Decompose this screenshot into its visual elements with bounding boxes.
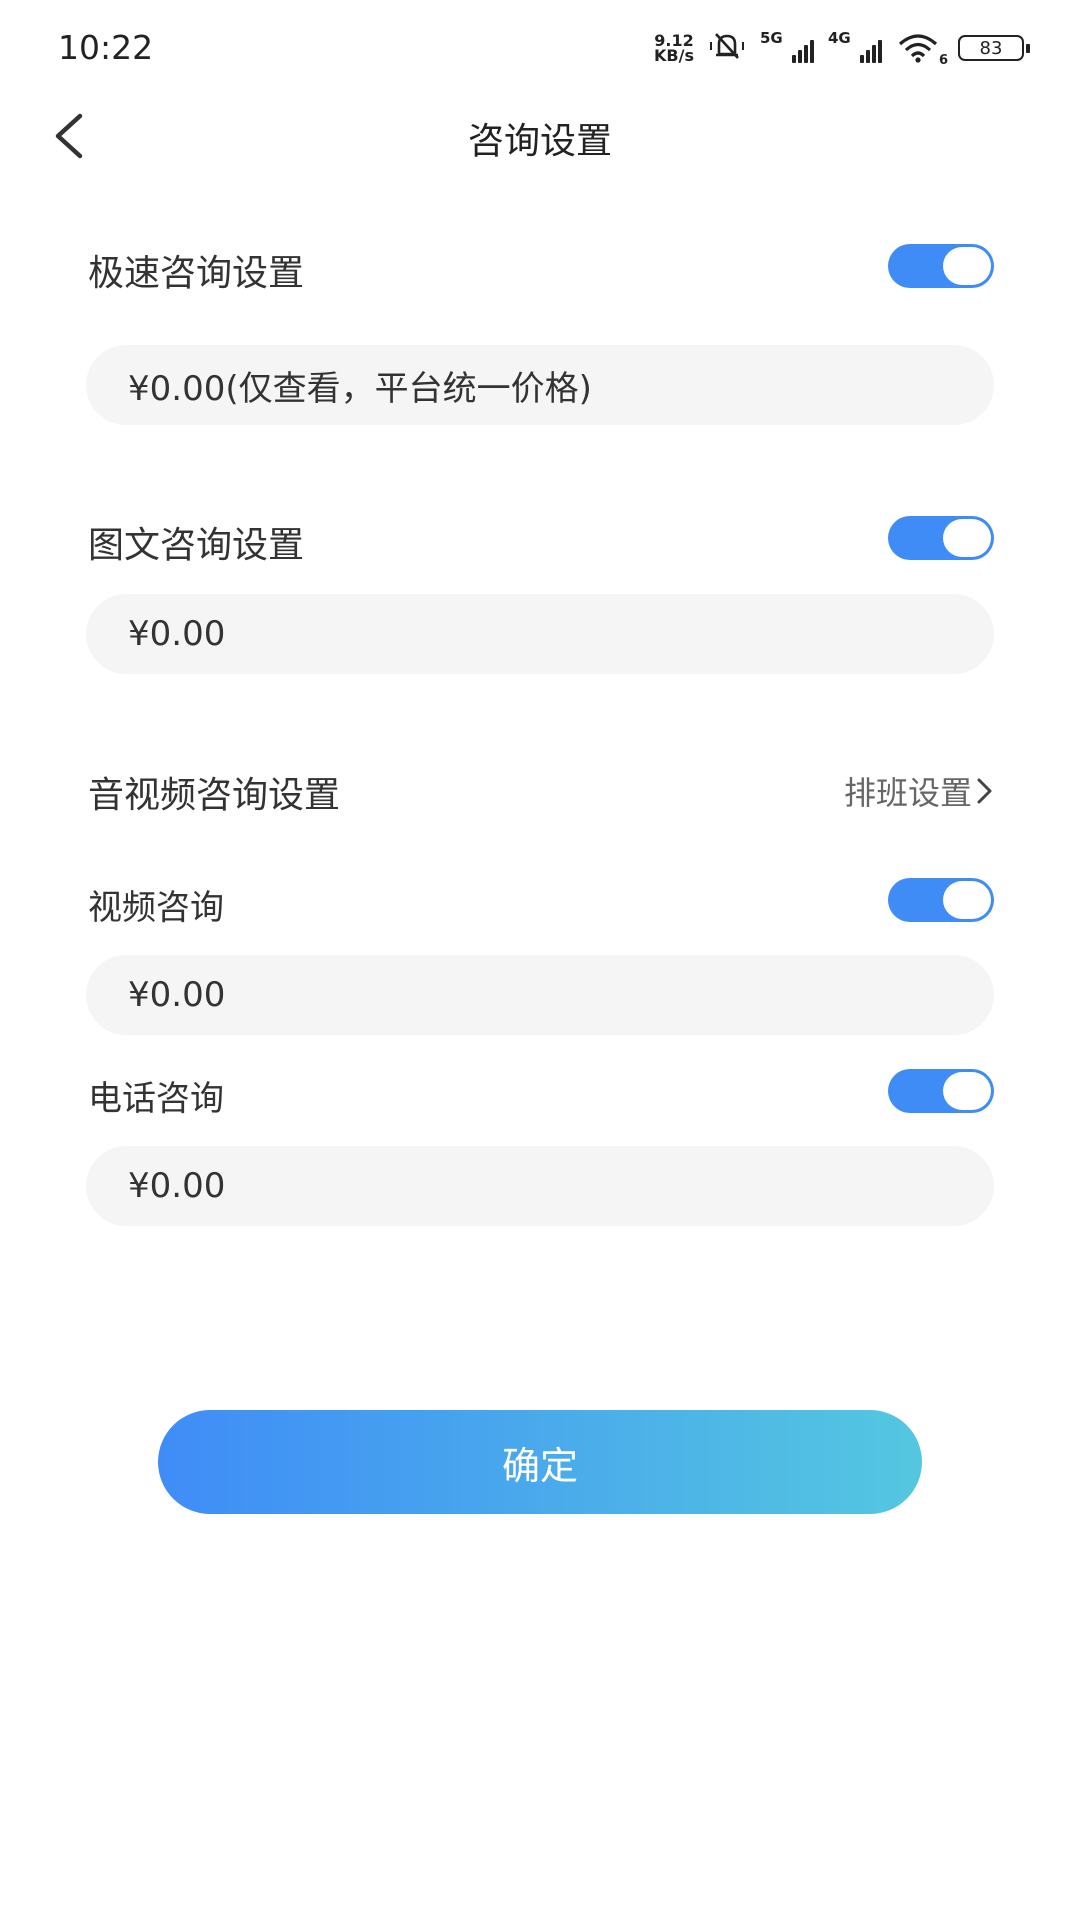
rapid-consult-price-field: ¥0.00(仅查看，平台统一价格) [86,345,994,425]
battery-icon: 83 [958,35,1030,61]
video-consult-toggle[interactable] [888,878,994,922]
signal-5g-label: 5G [760,29,783,47]
page-title: 咨询设置 [467,121,612,162]
toggle-knob [943,1072,991,1110]
video-consult-price: ¥0.00 [128,975,226,1015]
net-speed: 9.12 KB/s [654,33,694,65]
rapid-consult-label: 极速咨询设置 [88,253,305,294]
text-consult-price: ¥0.00 [128,614,226,654]
text-consult-label: 图文咨询设置 [88,525,305,566]
confirm-label: 确定 [501,1443,578,1488]
schedule-settings-label: 排班设置 [843,774,972,812]
signal-4g-icon: 4G [828,29,882,63]
rapid-consult-toggle[interactable] [888,244,994,288]
signal-4g-label: 4G [828,29,851,47]
status-time: 10:22 [58,28,154,67]
text-consult-price-field[interactable]: ¥0.00 [86,594,994,674]
status-bar: 10:22 9.12 KB/s 5G 4G 6 83 [0,0,1080,100]
toggle-knob [943,247,991,285]
signal-5g-icon: 5G [760,29,814,63]
status-icons: 9.12 KB/s 5G 4G 6 83 [654,28,1030,68]
rapid-consult-price: ¥0.00(仅查看，平台统一价格) [128,368,592,409]
video-consult-label: 视频咨询 [88,888,224,928]
video-consult-price-field[interactable]: ¥0.00 [86,955,994,1035]
wifi-sub-label: 6 [938,53,948,68]
mute-bell-icon [708,30,746,66]
net-speed-unit: KB/s [654,46,694,65]
confirm-button[interactable]: 确定 [158,1410,922,1514]
toggle-knob [943,881,991,919]
toggle-knob [943,519,991,557]
schedule-settings-link[interactable]: 排班设置 [844,768,994,814]
wifi-icon: 6 [896,32,948,68]
phone-consult-toggle[interactable] [888,1069,994,1113]
chevron-right-icon [977,778,992,804]
text-consult-toggle[interactable] [888,516,994,560]
consult-settings-screen: 10:22 9.12 KB/s 5G 4G 6 83 咨询设置 极速咨询设置 ¥… [0,0,1080,1920]
phone-consult-price-field[interactable]: ¥0.00 [86,1146,994,1226]
phone-consult-price: ¥0.00 [128,1166,226,1206]
phone-consult-label: 电话咨询 [88,1079,224,1119]
av-consult-label: 音视频咨询设置 [88,775,341,816]
battery-level: 83 [979,37,1003,59]
